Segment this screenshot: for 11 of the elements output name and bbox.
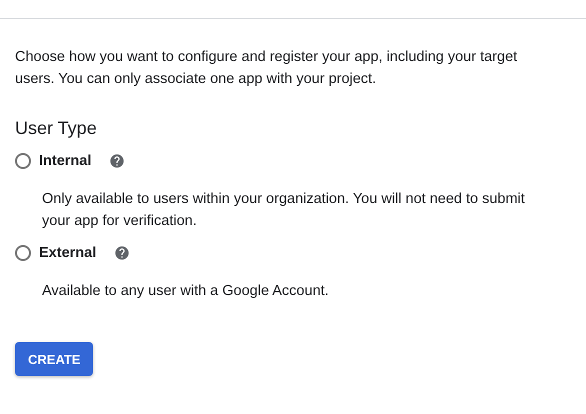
help-icon[interactable] [109,153,126,169]
option-description: Only available to users within your organization. You will not need to submit your app for verification. [42,190,526,231]
radio-button[interactable] [15,245,31,261]
create-button[interactable]: CREATE [15,342,94,376]
option-label: Internal [39,153,92,169]
section-title: User Type [15,117,98,140]
radio-button[interactable] [15,153,31,169]
intro-text: Choose how you want to configure and register your app, including your target users. You can only associate one app with your project. [15,48,518,89]
help-icon[interactable] [114,245,130,261]
option-description: Available to any user with a Google Account. [42,282,330,301]
option-label: External [39,245,96,261]
